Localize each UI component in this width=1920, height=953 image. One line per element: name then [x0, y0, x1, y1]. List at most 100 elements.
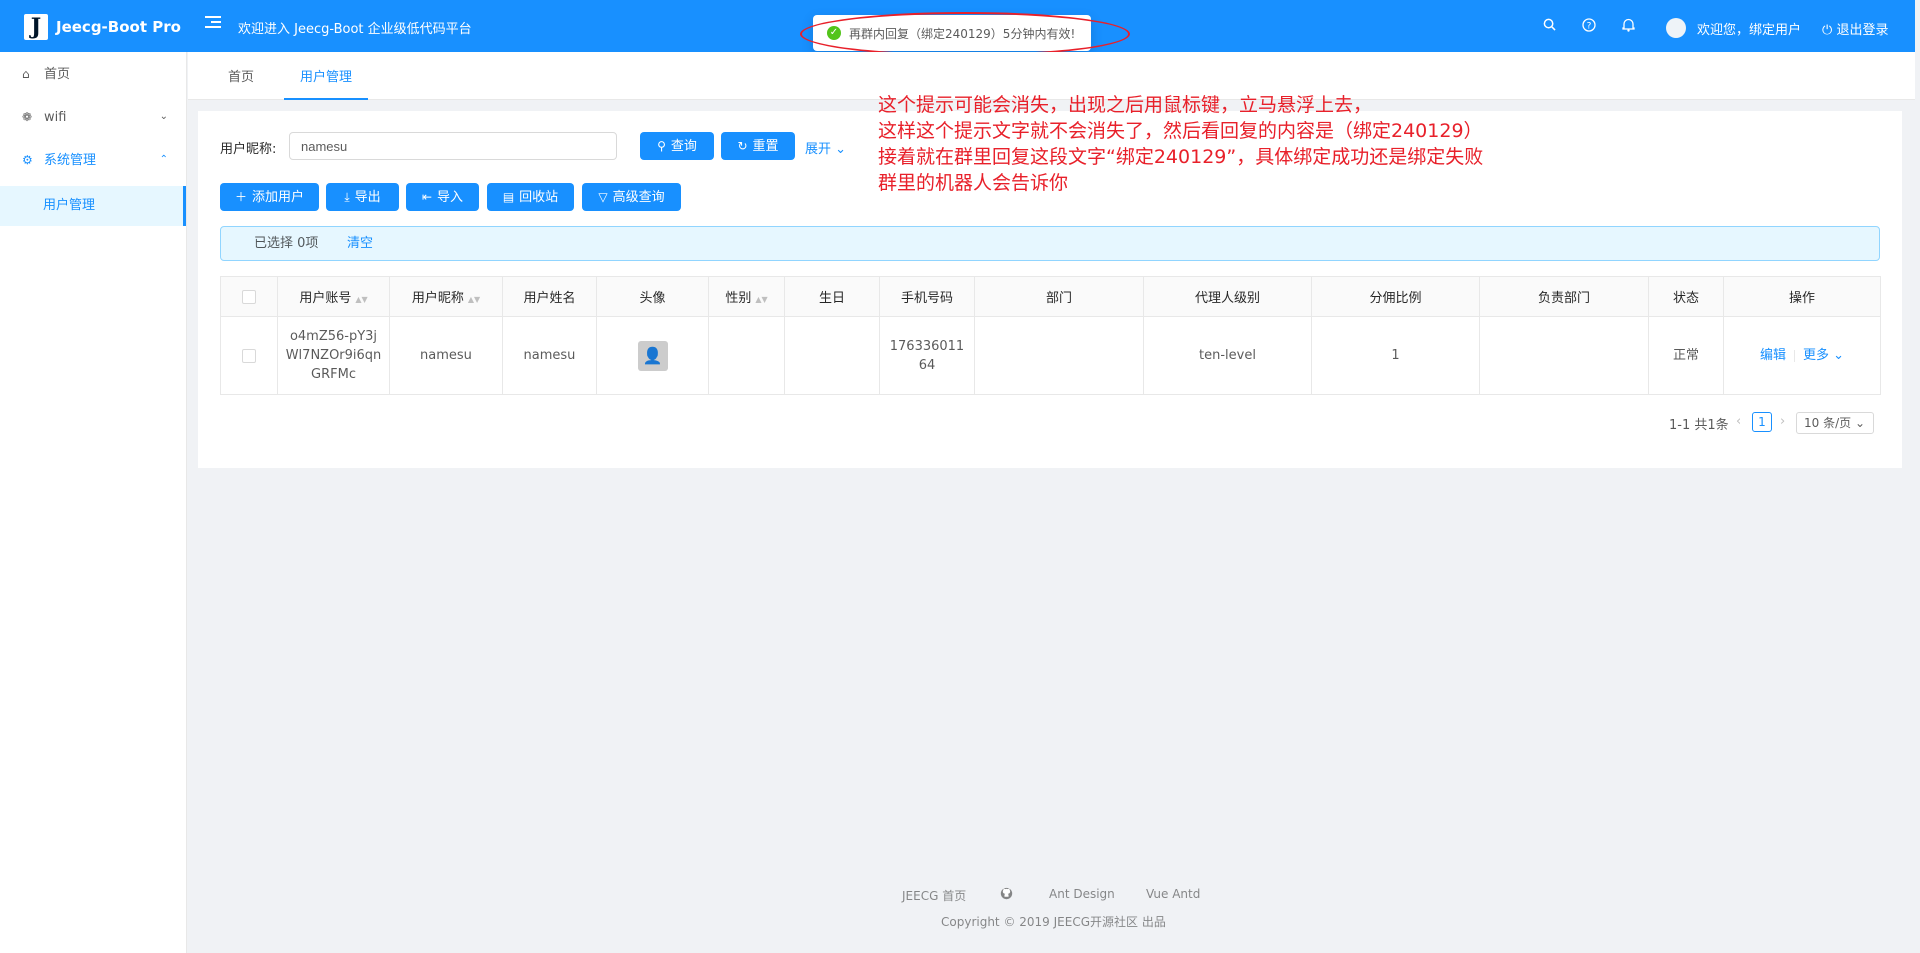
reload-icon: ↻ — [737, 139, 748, 153]
sort-icon: ▲▼ — [355, 295, 368, 304]
cell-phone: 17633601164 — [879, 316, 975, 395]
svg-text:?: ? — [1587, 22, 1592, 32]
selection-alert: 已选择 0项 清空 — [220, 226, 1880, 261]
plus-icon: ＋ — [234, 190, 247, 204]
menu-fold-icon[interactable] — [205, 16, 221, 30]
selected-count: 已选择 0项 — [254, 236, 319, 251]
chevron-down-icon: ⌄ — [1854, 416, 1866, 430]
row-select-cell[interactable] — [220, 316, 278, 395]
logo-icon: J — [24, 14, 48, 40]
clear-link[interactable]: 清空 — [347, 227, 373, 260]
next-page-icon[interactable]: › — [1780, 414, 1785, 429]
cell-status: 正常 — [1648, 316, 1724, 395]
nickname-input[interactable] — [289, 132, 617, 160]
copyright-text: Copyright © 2019 JEECG开源社区 出品 — [941, 915, 1166, 929]
hdd-icon: ▤ — [502, 190, 515, 204]
table-row: o4mZ56-pY3jWl7NZOr9i6qnGRFMc namesu name… — [220, 316, 1881, 395]
pagination-total: 1-1 共1条 — [1669, 418, 1729, 433]
more-dropdown[interactable]: 更多 ⌄ — [1803, 348, 1844, 363]
app-logo[interactable]: J Jeecg-Boot Pro — [24, 14, 181, 40]
row-checkbox[interactable] — [242, 348, 256, 363]
filter-icon: ▽ — [598, 190, 608, 204]
sort-icon: ▲▼ — [467, 295, 481, 304]
chevron-down-icon: ⌄ — [835, 142, 847, 157]
footer-link-jeecg[interactable]: JEECG 首页 — [902, 887, 966, 904]
export-button[interactable]: ⤓ 导出 — [326, 183, 399, 211]
column-header: 状态 — [1648, 276, 1724, 317]
prev-page-icon[interactable]: ‹ — [1736, 414, 1741, 429]
cell-name: namesu — [502, 316, 597, 395]
welcome-text: 欢迎进入 Jeecg-Boot 企业级低代码平台 — [238, 22, 472, 37]
chevron-down-icon: ⌄ — [1833, 348, 1845, 363]
chevron-up-icon: ⌃ — [159, 154, 168, 165]
select-all-checkbox[interactable] — [242, 289, 256, 304]
setting-icon: ⚙ — [22, 153, 33, 167]
column-header: 用户姓名 — [502, 276, 597, 317]
sort-icon: ▲▼ — [755, 295, 768, 304]
search-icon[interactable] — [1543, 18, 1556, 35]
nickname-label: 用户昵称: — [220, 142, 277, 157]
import-icon: ⇤ — [421, 190, 433, 204]
app-name: Jeecg-Boot Pro — [56, 18, 181, 36]
cell-account: o4mZ56-pY3jWl7NZOr9i6qnGRFMc — [277, 316, 390, 395]
page-1[interactable]: 1 — [1752, 412, 1772, 432]
cell-level: ten-level — [1143, 316, 1312, 395]
sidebar-item-user-management[interactable]: 用户管理 — [0, 186, 186, 226]
user-avatar-icon: 👤 — [637, 340, 668, 371]
column-header: 手机号码 — [879, 276, 975, 317]
reset-button[interactable]: ↻ 重置 — [721, 132, 795, 160]
add-user-button[interactable]: ＋添加用户 — [220, 183, 319, 211]
annotation-text: 这个提示可能会消失，出现之后用鼠标键，立马悬浮上去， 这样这个提示文字就不会消失… — [878, 94, 1484, 194]
tab-home[interactable]: 首页 — [228, 66, 254, 100]
column-header: 负责部门 — [1479, 276, 1649, 317]
highlight-ellipse — [800, 12, 1130, 56]
expand-link[interactable]: 展开 ⌄ — [805, 138, 846, 157]
column-header: 代理人级别 — [1143, 276, 1312, 317]
user-avatar[interactable] — [1666, 18, 1686, 38]
footer-link-vueantd[interactable]: Vue Antd — [1146, 887, 1200, 901]
table-header-row: 用户账号 ▲▼ 用户昵称 ▲▼ 用户姓名 头像 性别 ▲▼ 生日 手机号码 部门 代理… — [220, 276, 1881, 317]
cell-nickname: namesu — [389, 316, 503, 395]
divider — [1793, 349, 1795, 362]
tab-user-management[interactable]: 用户管理 — [284, 66, 369, 100]
cell-actions: 编辑 更多 ⌄ — [1723, 316, 1881, 395]
import-button[interactable]: ⇤ 导入 — [406, 183, 479, 211]
recycle-bin-button[interactable]: ▤ 回收站 — [487, 183, 574, 211]
sidebar-item-home[interactable]: ⌂ 首页 — [0, 54, 186, 94]
column-header: 部门 — [974, 276, 1144, 317]
cell-gender — [708, 316, 785, 395]
chevron-down-icon: ⌄ — [159, 111, 168, 122]
download-icon: ⤓ — [344, 190, 350, 204]
page-size-select[interactable]: 10 条/页 ⌄ — [1796, 412, 1874, 434]
sidebar-item-wifi[interactable]: ❁ wifi ⌄ — [0, 97, 186, 137]
user-table: 用户账号 ▲▼ 用户昵称 ▲▼ 用户姓名 头像 性别 ▲▼ 生日 手机号码 部门 代理… — [220, 276, 1881, 395]
sidebar-item-system[interactable]: ⚙ 系统管理 ⌃ — [0, 140, 186, 180]
search-icon: ⚲ — [657, 139, 666, 153]
query-button[interactable]: ⚲ 查询 — [640, 132, 714, 160]
column-header: 生日 — [784, 276, 880, 317]
cell-avatar: 👤 — [596, 316, 709, 395]
column-header[interactable]: 性别 ▲▼ — [708, 276, 785, 317]
edit-link[interactable]: 编辑 — [1760, 348, 1786, 363]
home-icon: ⌂ — [22, 67, 30, 81]
cell-ratio: 1 — [1311, 316, 1480, 395]
bell-icon[interactable] — [1622, 18, 1635, 36]
github-icon[interactable] — [1000, 887, 1013, 903]
logout-icon: ⏻ — [1822, 23, 1833, 38]
select-all-cell[interactable] — [220, 276, 278, 317]
footer-link-antdesign[interactable]: Ant Design — [1049, 887, 1115, 901]
sidebar: ⌂ 首页 ❁ wifi ⌄ ⚙ 系统管理 ⌃ 用户管理 — [0, 52, 187, 953]
cell-dept — [974, 316, 1144, 395]
column-header[interactable]: 用户账号 ▲▼ — [277, 276, 390, 317]
advanced-query-button[interactable]: ▽ 高级查询 — [582, 183, 681, 211]
column-header[interactable]: 用户昵称 ▲▼ — [389, 276, 503, 317]
question-icon[interactable]: ? — [1582, 18, 1596, 36]
logout-button[interactable]: ⏻ 退出登录 — [1822, 19, 1888, 38]
column-header: 操作 — [1723, 276, 1881, 317]
cell-resp-dept — [1479, 316, 1649, 395]
column-header: 分佣比例 — [1311, 276, 1480, 317]
cell-birthday — [784, 316, 880, 395]
column-header: 头像 — [596, 276, 709, 317]
user-greeting[interactable]: 欢迎您，绑定用户 — [1697, 19, 1801, 38]
wifi-icon: ❁ — [22, 110, 33, 124]
